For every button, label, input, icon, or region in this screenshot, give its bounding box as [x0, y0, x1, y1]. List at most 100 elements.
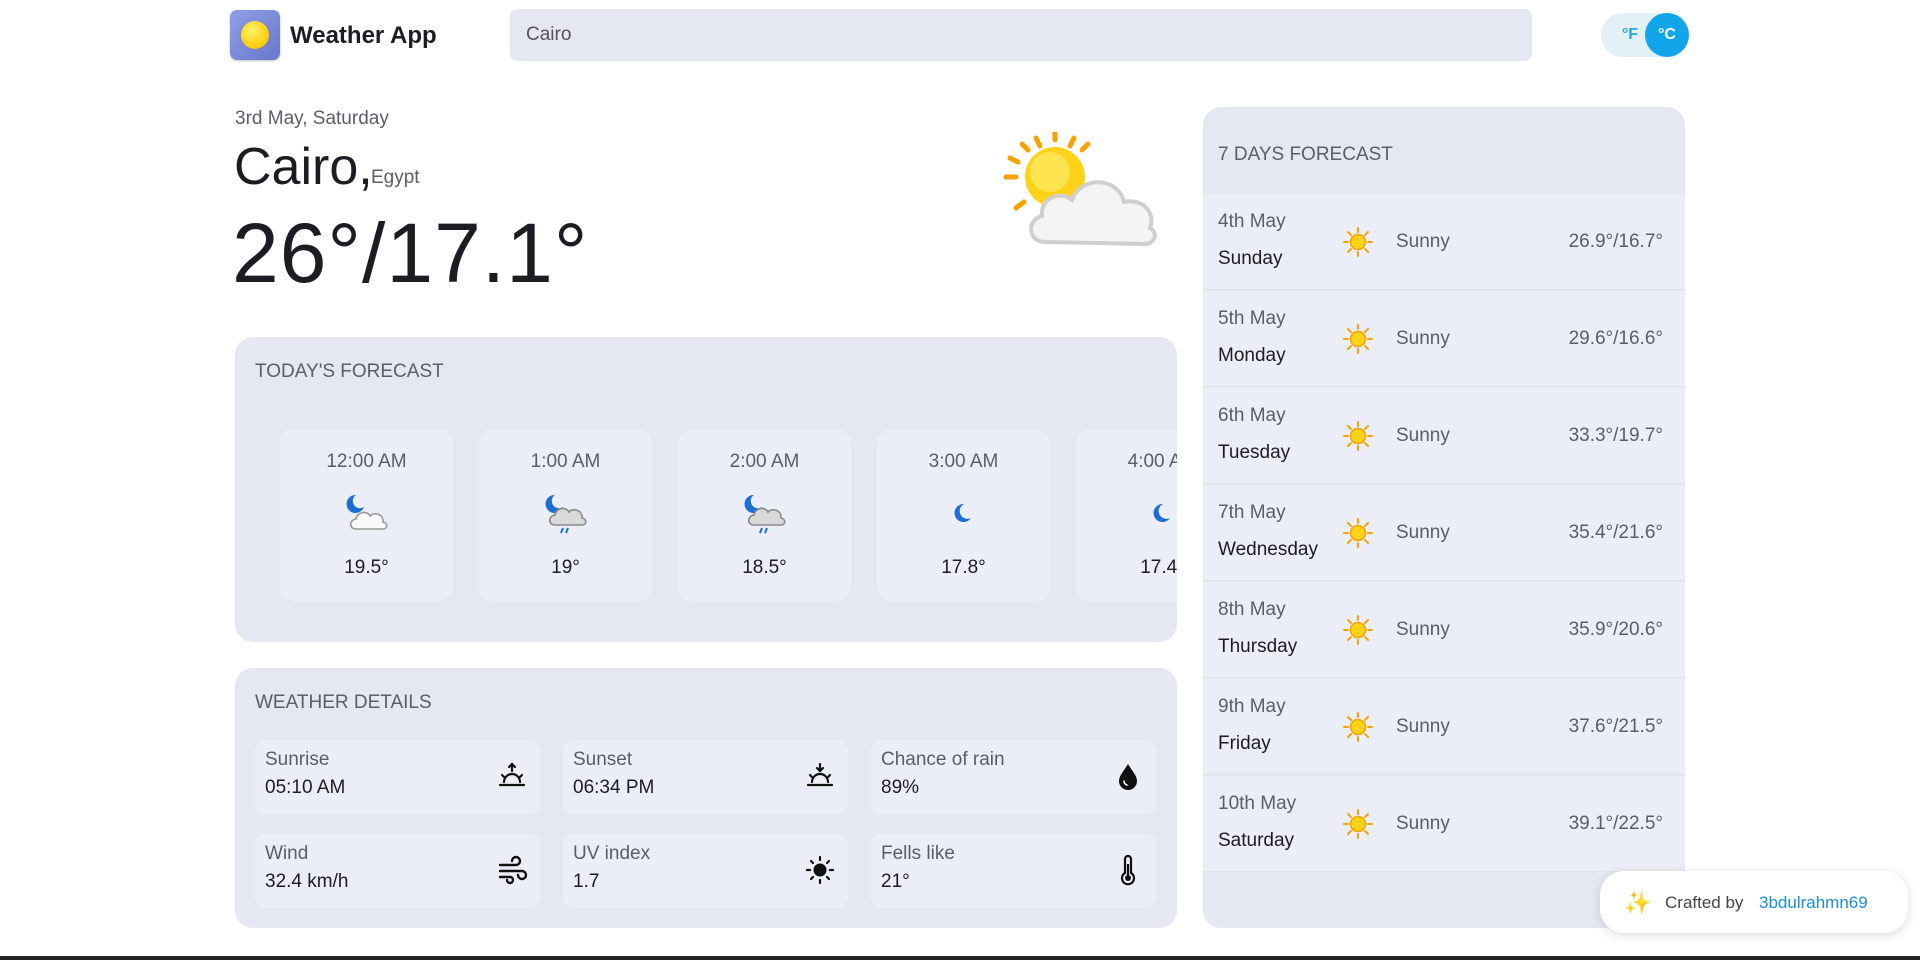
forecast-date: 7th May — [1218, 502, 1286, 523]
detail-label: Sunrise — [265, 749, 330, 770]
detail-value: 32.4 km/h — [265, 871, 349, 892]
hour-time: 12:00 AM — [326, 451, 407, 472]
detail-label: Sunset — [573, 749, 633, 770]
forecast-date: 9th May — [1218, 696, 1286, 717]
todays-forecast-title: TODAY'S FORECAST — [255, 361, 444, 382]
forecast-date: 6th May — [1218, 405, 1286, 426]
fahrenheit-button[interactable]: °F — [1613, 13, 1647, 57]
hour-time: 1:00 AM — [530, 451, 601, 472]
crafted-by-text: Crafted by — [1665, 893, 1744, 912]
forecast-temps: 37.6°/21.5° — [1568, 716, 1663, 737]
forecast-day: Sunday — [1218, 248, 1283, 269]
forecast-day: Wednesday — [1218, 539, 1318, 560]
detail-card-feels-like: Fells like 21° — [871, 834, 1156, 908]
detail-label: Wind — [265, 843, 309, 864]
hour-temp: 19.5° — [344, 557, 389, 578]
forecast-condition: Sunny — [1396, 716, 1450, 737]
forecast-temps: 35.4°/21.6° — [1568, 522, 1663, 543]
sun-behind-cloud-icon — [1003, 132, 1157, 247]
forecast-row[interactable]: 6th May Tuesday Sunny 33.3°/19.7° — [1203, 388, 1685, 484]
forecast-day: Saturday — [1218, 830, 1295, 851]
app-header: Weather App °F °C — [0, 0, 1920, 70]
forecast-date: 10th May — [1218, 793, 1297, 814]
detail-card-uv-index: UV index 1.7 — [563, 834, 848, 908]
sparkles-icon: ✨ — [1624, 890, 1652, 915]
todays-forecast-panel: TODAY'S FORECAST 12:00 AM 19.5° 1:00 AM … — [235, 337, 1177, 642]
sun-icon — [1343, 712, 1373, 742]
sun-icon — [1343, 324, 1373, 354]
bottom-edge-divider — [0, 956, 1920, 960]
moon-icon — [954, 503, 971, 522]
forecast-temps: 29.6°/16.6° — [1568, 328, 1663, 349]
hour-time: 4:00 AM — [1127, 451, 1177, 472]
forecast-temps: 33.3°/19.7° — [1568, 425, 1663, 446]
detail-card-sunset: Sunset 06:34 PM — [563, 740, 848, 814]
hour-card[interactable]: 4:00 AM 17.4° — [1076, 429, 1177, 601]
hour-card[interactable]: 12:00 AM 19.5° — [280, 429, 453, 601]
forecast-day: Tuesday — [1218, 442, 1291, 463]
weather-details-panel: WEATHER DETAILS Sunrise 05:10 AM Sunset … — [235, 668, 1177, 928]
moon-cloud-rain-icon — [545, 494, 587, 534]
forecast-condition: Sunny — [1396, 813, 1450, 834]
moon-cloud-icon — [346, 494, 388, 530]
sunset-icon — [806, 762, 834, 787]
current-date: 3rd May, Saturday — [235, 108, 389, 129]
detail-label: UV index — [573, 843, 651, 864]
hour-temp: 18.5° — [742, 557, 787, 578]
forecast-condition: Sunny — [1396, 328, 1450, 349]
forecast-row[interactable]: 7th May Wednesday Sunny 35.4°/21.6° — [1203, 485, 1685, 581]
detail-value: 89% — [881, 777, 920, 798]
detail-value: 05:10 AM — [265, 777, 346, 798]
unit-toggle[interactable]: °F °C — [1601, 13, 1689, 57]
forecast-row[interactable]: 4th May Sunday Sunny 26.9°/16.7° — [1203, 194, 1685, 290]
detail-value: 06:34 PM — [573, 777, 655, 798]
forecast-condition: Sunny — [1396, 425, 1450, 446]
hour-card[interactable]: 2:00 AM 18.5° — [678, 429, 851, 601]
current-temperature: 26°/17.1° — [232, 206, 589, 300]
sun-icon — [1343, 227, 1373, 257]
forecast-row[interactable]: 9th May Friday Sunny 37.6°/21.5° — [1203, 679, 1685, 775]
seven-day-forecast-title: 7 DAYS FORECAST — [1218, 144, 1393, 165]
weather-details-title: WEATHER DETAILS — [255, 692, 432, 713]
hour-temp: 17.4° — [1140, 557, 1177, 578]
hour-card[interactable]: 3:00 AM 17.8° — [877, 429, 1050, 601]
hour-temp: 19° — [551, 557, 580, 578]
detail-value: 1.7 — [573, 871, 600, 892]
app-logo — [230, 10, 280, 60]
celsius-button[interactable]: °C — [1645, 13, 1689, 57]
hour-time: 2:00 AM — [729, 451, 800, 472]
forecast-temps: 26.9°/16.7° — [1568, 231, 1663, 252]
hour-card[interactable]: 1:00 AM 19° — [479, 429, 652, 601]
detail-card-sunrise: Sunrise 05:10 AM — [255, 740, 540, 814]
country-name: Egypt — [371, 167, 420, 188]
seven-day-forecast-panel: 7 DAYS FORECAST 4th May Sunday Sunny 26.… — [1203, 107, 1685, 928]
moon-cloud-rain-icon — [744, 494, 786, 534]
forecast-row[interactable]: 10th May Saturday Sunny 39.1°/22.5° — [1203, 776, 1685, 872]
forecast-date: 5th May — [1218, 308, 1286, 329]
forecast-temps: 39.1°/22.5° — [1568, 813, 1663, 834]
thermometer-icon — [1120, 854, 1136, 886]
author-link[interactable]: 3bdulrahmn69 — [1759, 893, 1868, 913]
sun-icon — [1343, 809, 1373, 839]
sun-icon — [805, 855, 835, 885]
app-title: Weather App — [290, 22, 437, 49]
detail-card-chance-of-rain: Chance of rain 89% — [871, 740, 1156, 814]
forecast-day: Thursday — [1218, 636, 1298, 657]
forecast-temps: 35.9°/20.6° — [1568, 619, 1663, 640]
forecast-day: Monday — [1218, 345, 1286, 366]
city-name: Cairo, — [234, 138, 373, 196]
city-search-input[interactable] — [510, 9, 1532, 61]
hour-time: 3:00 AM — [928, 451, 999, 472]
forecast-date: 8th May — [1218, 599, 1286, 620]
sun-logo-icon — [241, 21, 269, 49]
crafted-by-badge: ✨ Crafted by 3bdulrahmn69 — [1600, 871, 1908, 933]
forecast-date: 4th May — [1218, 211, 1286, 232]
forecast-condition: Sunny — [1396, 231, 1450, 252]
detail-label: Fells like — [881, 843, 955, 864]
sun-icon — [1343, 421, 1373, 451]
forecast-row[interactable]: 5th May Monday Sunny 29.6°/16.6° — [1203, 291, 1685, 387]
forecast-row[interactable]: 8th May Thursday Sunny 35.9°/20.6° — [1203, 582, 1685, 678]
detail-value: 21° — [881, 871, 910, 892]
sun-icon — [1343, 615, 1373, 645]
sun-icon — [1343, 518, 1373, 548]
